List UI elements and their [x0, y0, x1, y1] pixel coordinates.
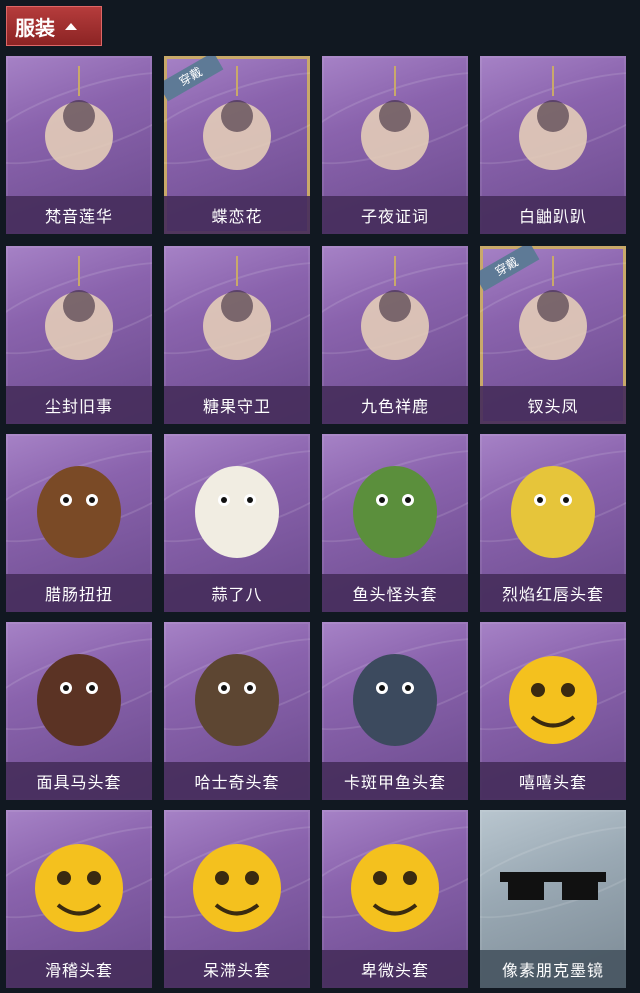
costume-card[interactable]: 卑微头套: [322, 810, 468, 988]
costume-name: 糖果守卫: [164, 386, 310, 424]
costume-card[interactable]: 蒜了八: [164, 434, 310, 612]
costume-name: 呆滞头套: [164, 950, 310, 988]
fish-mask-icon: [353, 466, 437, 558]
husky-mask-icon: [195, 654, 279, 746]
costume-card[interactable]: 像素朋克墨镜: [480, 810, 626, 988]
section-title: 服装: [15, 15, 55, 40]
costume-name: 白鼬趴趴: [480, 196, 626, 234]
pumpkin-charm-icon: [203, 256, 271, 360]
costume-card[interactable]: 梵音莲华: [6, 56, 152, 234]
costume-name: 腊肠扭扭: [6, 574, 152, 612]
pixel-sunglasses-icon: [500, 872, 606, 900]
stare-emoji-mask-icon: [193, 844, 281, 932]
costume-name: 卑微头套: [322, 950, 468, 988]
chevron-up-icon[interactable]: [65, 22, 77, 30]
costume-card[interactable]: 嘻嘻头套: [480, 622, 626, 800]
costume-name: 面具马头套: [6, 762, 152, 800]
costume-name: 蝶恋花: [164, 196, 310, 234]
smirk-emoji-mask-icon: [35, 844, 123, 932]
dachshund-mask-icon: [37, 466, 121, 558]
turtle-mask-icon: [353, 654, 437, 746]
horse-mask-icon: [37, 654, 121, 746]
section-header-costume[interactable]: 服装: [6, 6, 102, 46]
costume-name: 钗头凤: [480, 386, 626, 424]
bust-charm-icon: [45, 66, 113, 170]
costume-card[interactable]: 鱼头怪头套: [322, 434, 468, 612]
costume-card[interactable]: 腊肠扭扭: [6, 434, 152, 612]
costume-name: 滑稽头套: [6, 950, 152, 988]
costume-name: 鱼头怪头套: [322, 574, 468, 612]
costume-card[interactable]: 穿戴 钗头凤: [480, 246, 626, 424]
costume-card[interactable]: 九色祥鹿: [322, 246, 468, 424]
costume-card[interactable]: 卡斑甲鱼头套: [322, 622, 468, 800]
costume-card[interactable]: 哈士奇头套: [164, 622, 310, 800]
costume-name: 像素朋克墨镜: [480, 950, 626, 988]
grin-emoji-mask-icon: [509, 656, 597, 744]
costume-name: 烈焰红唇头套: [480, 574, 626, 612]
costume-card[interactable]: 糖果守卫: [164, 246, 310, 424]
costume-card[interactable]: 白鼬趴趴: [480, 56, 626, 234]
costume-name: 尘封旧事: [6, 386, 152, 424]
plague-doctor-charm-icon: [361, 66, 429, 170]
costume-card[interactable]: 面具马头套: [6, 622, 152, 800]
ermine-charm-icon: [519, 66, 587, 170]
humble-emoji-mask-icon: [351, 844, 439, 932]
costume-name: 哈士奇头套: [164, 762, 310, 800]
costume-grid: 梵音莲华 穿戴 蝶恋花 子夜证词 白鼬趴趴尘封旧事 糖果守卫 九色祥鹿 穿戴 钗头凤腊肠扭扭 蒜了…: [0, 56, 640, 993]
costume-card[interactable]: 子夜证词: [322, 56, 468, 234]
garlic-mask-icon: [195, 466, 279, 558]
costume-name: 蒜了八: [164, 574, 310, 612]
costume-card[interactable]: 烈焰红唇头套: [480, 434, 626, 612]
costume-card[interactable]: 呆滞头套: [164, 810, 310, 988]
costume-name: 嘻嘻头套: [480, 762, 626, 800]
costume-name: 卡斑甲鱼头套: [322, 762, 468, 800]
costume-name: 子夜证词: [322, 196, 468, 234]
costume-name: 九色祥鹿: [322, 386, 468, 424]
costume-card[interactable]: 滑稽头套: [6, 810, 152, 988]
figure-charm-icon: [45, 256, 113, 360]
yellow-mask-icon: [511, 466, 595, 558]
costume-card[interactable]: 穿戴 蝶恋花: [164, 56, 310, 234]
costume-card[interactable]: 尘封旧事: [6, 246, 152, 424]
deer-charm-icon: [361, 256, 429, 360]
costume-name: 梵音莲华: [6, 196, 152, 234]
